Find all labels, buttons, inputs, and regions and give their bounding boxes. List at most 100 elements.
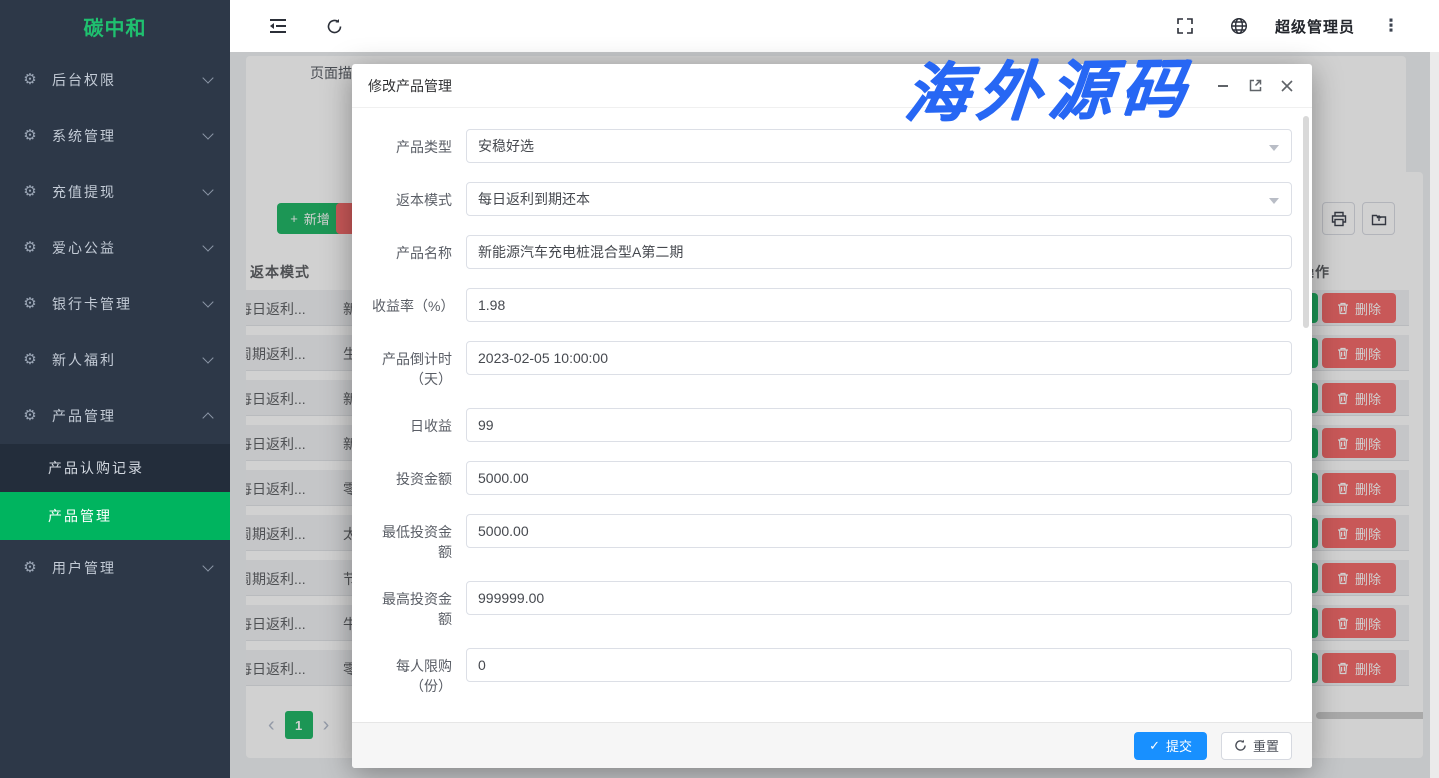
- field-input[interactable]: 5000.00: [466, 461, 1292, 495]
- topbar: 超级管理员 ⋮: [230, 0, 1439, 52]
- dialog-scrollbar[interactable]: [1303, 116, 1309, 328]
- select-caret-icon: [1269, 145, 1279, 151]
- sidebar-subitem[interactable]: 产品管理: [0, 492, 230, 540]
- form-row: 收益率（%） 1.98: [372, 288, 1292, 322]
- field-input[interactable]: 0: [466, 648, 1292, 682]
- page-scrollbar[interactable]: [1430, 0, 1439, 778]
- chevron-up-icon: [202, 412, 213, 423]
- sidebar-item-label: 银行卡管理: [52, 294, 204, 314]
- sidebar-item-label: 用户管理: [52, 558, 204, 578]
- field-value: 2023-02-05 10:00:00: [478, 350, 608, 366]
- form-row: 最高投资金额 999999.00: [372, 581, 1292, 629]
- fullscreen-icon[interactable]: [1167, 8, 1203, 44]
- more-menu-icon[interactable]: ⋮: [1373, 8, 1409, 44]
- sidebar-item-label: 新人福利: [52, 350, 204, 370]
- field-input[interactable]: 1.98: [466, 288, 1292, 322]
- sidebar-item-label: 产品管理: [52, 406, 204, 426]
- field-input[interactable]: 2023-02-05 10:00:00: [466, 341, 1292, 375]
- app-logo: 碳中和: [0, 0, 230, 52]
- chevron-down-icon: [202, 72, 213, 83]
- field-label: 最低投资金额: [372, 514, 452, 562]
- sidebar-item[interactable]: ⚙ 银行卡管理: [0, 276, 230, 332]
- sidebar-subitem-label: 产品管理: [48, 506, 112, 526]
- field-label: 返本模式: [372, 182, 452, 210]
- field-value: 安稳好选: [478, 138, 534, 154]
- field-label: 投资金额: [372, 461, 452, 489]
- form-row: 产品倒计时（天） 2023-02-05 10:00:00: [372, 341, 1292, 389]
- language-globe-icon[interactable]: [1221, 8, 1257, 44]
- field-input[interactable]: 每日返利到期还本: [466, 182, 1292, 216]
- field-value: 1.98: [478, 297, 505, 313]
- chevron-down-icon: [202, 352, 213, 363]
- sidebar-item[interactable]: ⚙ 爱心公益: [0, 220, 230, 276]
- dialog-title: 修改产品管理: [368, 76, 452, 96]
- form-row: 投资金额 5000.00: [372, 461, 1292, 495]
- dialog-header: 修改产品管理: [352, 64, 1312, 108]
- gear-icon: ⚙: [22, 560, 38, 576]
- field-value: 新能源汽车充电桩混合型A第二期: [478, 244, 683, 260]
- sidebar-item-label: 后台权限: [52, 70, 204, 90]
- current-user-label[interactable]: 超级管理员: [1275, 16, 1355, 37]
- sidebar-item[interactable]: ⚙ 新人福利: [0, 332, 230, 388]
- gear-icon: ⚙: [22, 72, 38, 88]
- field-input[interactable]: 新能源汽车充电桩混合型A第二期: [466, 235, 1292, 269]
- form-row: 最低投资金额 5000.00: [372, 514, 1292, 562]
- sidebar-item[interactable]: ⚙ 系统管理: [0, 108, 230, 164]
- field-label: 最高投资金额: [372, 581, 452, 629]
- chevron-down-icon: [202, 128, 213, 139]
- gear-icon: ⚙: [22, 184, 38, 200]
- sidebar-item-label: 系统管理: [52, 126, 204, 146]
- gear-icon: ⚙: [22, 128, 38, 144]
- reset-button-label: 重置: [1253, 736, 1279, 755]
- submit-button-label: 提交: [1166, 736, 1192, 755]
- sidebar-item[interactable]: ⚙ 充值提现: [0, 164, 230, 220]
- select-caret-icon: [1269, 198, 1279, 204]
- close-icon[interactable]: [1278, 77, 1296, 95]
- check-icon: ✓: [1149, 738, 1160, 754]
- form-row: 产品名称 新能源汽车充电桩混合型A第二期: [372, 235, 1292, 269]
- chevron-down-icon: [202, 296, 213, 307]
- refresh-icon[interactable]: [316, 8, 352, 44]
- field-label: 产品类型: [372, 129, 452, 157]
- sidebar-item-product-management[interactable]: ⚙ 产品管理: [0, 388, 230, 444]
- gear-icon: ⚙: [22, 352, 38, 368]
- sidebar-item[interactable]: ⚙ 后台权限: [0, 52, 230, 108]
- collapse-sidebar-icon[interactable]: [260, 8, 296, 44]
- chevron-down-icon: [202, 560, 213, 571]
- field-label: 日收益: [372, 408, 452, 436]
- sidebar-item[interactable]: ⚙ 用户管理: [0, 540, 230, 596]
- field-label: 产品名称: [372, 235, 452, 263]
- form-row: 产品类型 安稳好选: [372, 129, 1292, 163]
- dialog-body: 产品类型 安稳好选 返本模式 每日返利到期还本 产品名称: [352, 108, 1312, 722]
- sidebar-item-label: 爱心公益: [52, 238, 204, 258]
- form-row: 每人限购（份） 0: [372, 648, 1292, 696]
- sidebar: 碳中和 ⚙ 后台权限 ⚙ 系统管理 ⚙ 充值提现 ⚙ 爱心公益: [0, 0, 230, 778]
- field-label: 收益率（%）: [372, 288, 452, 316]
- field-value: 0: [478, 657, 486, 673]
- field-value: 每日返利到期还本: [478, 191, 590, 207]
- gear-icon: ⚙: [22, 296, 38, 312]
- form-row: 日收益 99: [372, 408, 1292, 442]
- form-row: 返本模式 每日返利到期还本: [372, 182, 1292, 216]
- gear-icon: ⚙: [22, 408, 38, 424]
- field-input[interactable]: 5000.00: [466, 514, 1292, 548]
- field-input[interactable]: 999999.00: [466, 581, 1292, 615]
- field-value: 999999.00: [478, 590, 544, 606]
- field-input[interactable]: 安稳好选: [466, 129, 1292, 163]
- minimize-icon[interactable]: [1214, 77, 1232, 95]
- sidebar-subitem-label: 产品认购记录: [48, 458, 144, 478]
- field-value: 5000.00: [478, 523, 529, 539]
- reset-button[interactable]: 重置: [1221, 732, 1292, 760]
- field-value: 99: [478, 417, 494, 433]
- edit-product-dialog: 修改产品管理 产品类型 安稳好选: [352, 64, 1312, 768]
- field-input[interactable]: 99: [466, 408, 1292, 442]
- submit-button[interactable]: ✓ 提交: [1134, 732, 1207, 760]
- sidebar-item-label: 充值提现: [52, 182, 204, 202]
- sidebar-subitem[interactable]: 产品认购记录: [0, 444, 230, 492]
- reset-refresh-icon: [1234, 739, 1247, 752]
- field-value: 5000.00: [478, 470, 529, 486]
- gear-icon: ⚙: [22, 240, 38, 256]
- field-label: 产品倒计时（天）: [372, 341, 452, 389]
- dialog-footer: ✓ 提交 重置: [352, 722, 1312, 768]
- maximize-icon[interactable]: [1246, 77, 1264, 95]
